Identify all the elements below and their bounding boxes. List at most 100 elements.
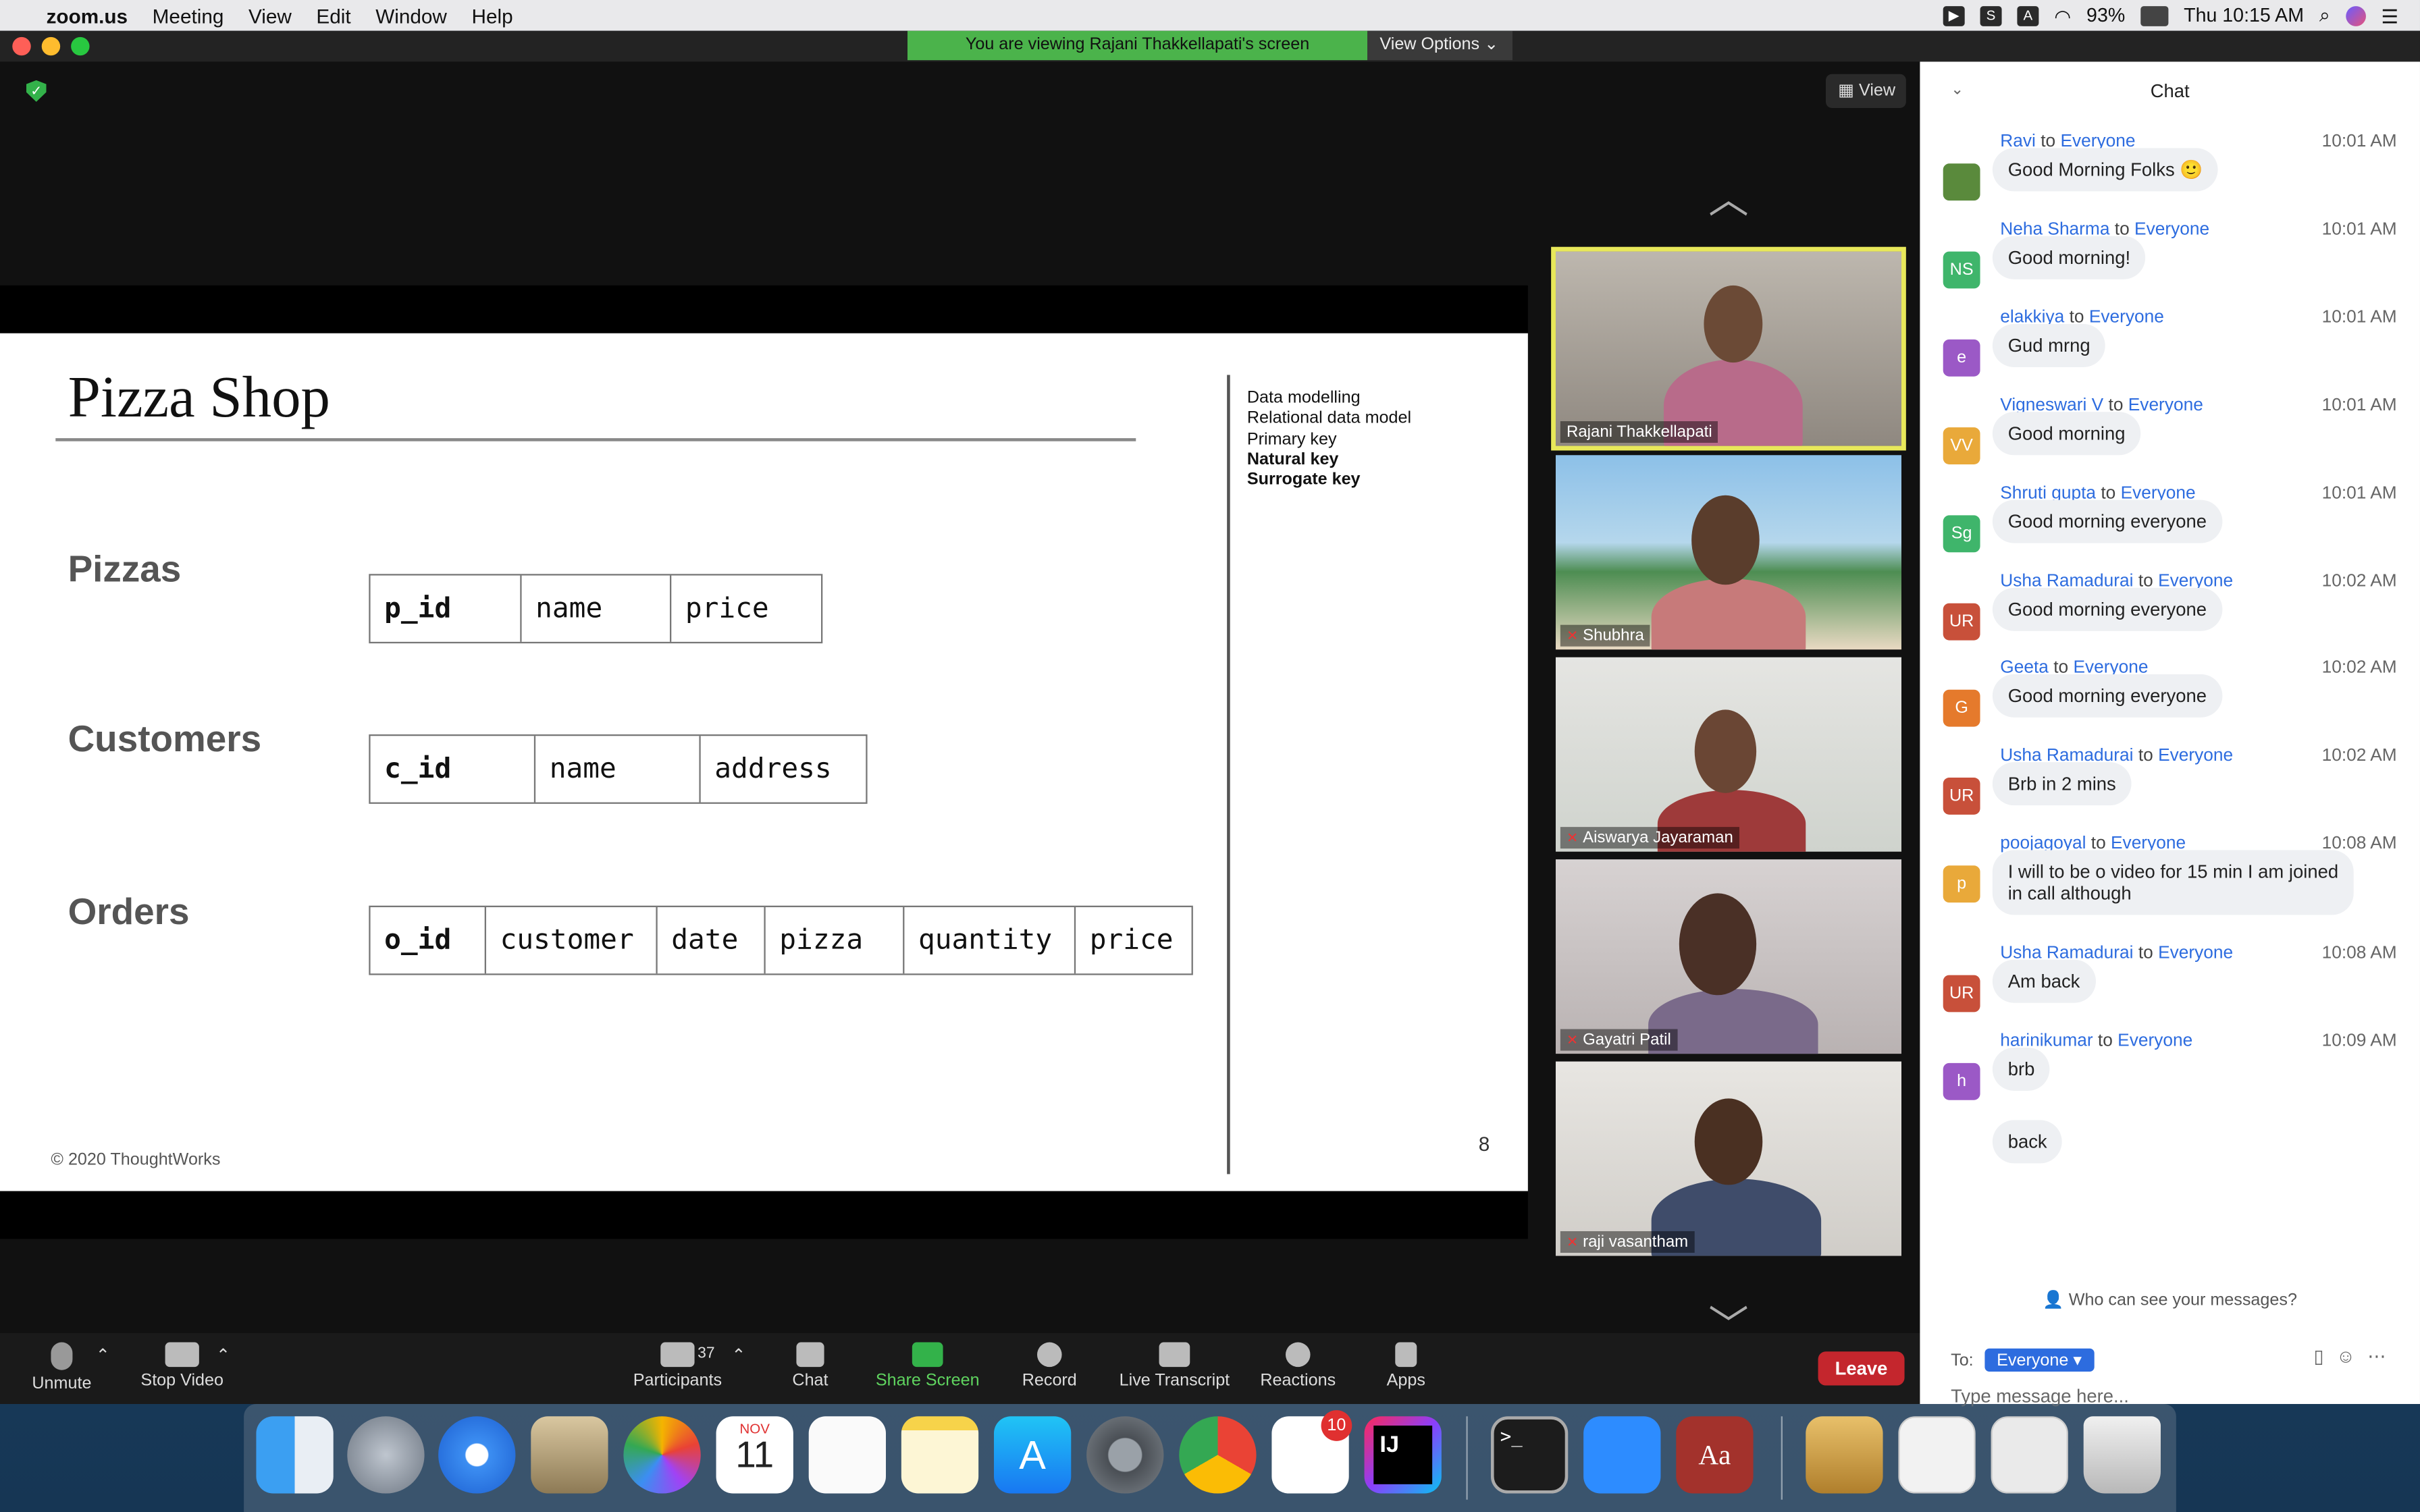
notification-center-icon[interactable]: ☰: [2381, 4, 2398, 27]
video-tile[interactable]: ✕ raji vasantham: [1555, 1061, 1901, 1256]
audio-options-chevron-icon[interactable]: ⌃: [96, 1345, 110, 1365]
calendar-icon[interactable]: NOV 11: [716, 1416, 793, 1494]
reminders-icon[interactable]: [808, 1416, 886, 1494]
terminal-icon[interactable]: >_: [1490, 1416, 1569, 1494]
share-screen-button[interactable]: Share Screen: [874, 1342, 982, 1390]
notes-icon[interactable]: [901, 1416, 979, 1494]
participant-name-text: Aiswarya Jayaraman: [1583, 828, 1733, 847]
recent-document-icon[interactable]: [1898, 1416, 1976, 1494]
system-preferences-icon[interactable]: [1086, 1416, 1164, 1494]
chat-timestamp: 10:09 AM: [2321, 1032, 2397, 1051]
chat-recipient-name[interactable]: Everyone: [2089, 308, 2164, 327]
chrome-icon[interactable]: [1179, 1416, 1257, 1494]
photos-icon[interactable]: [623, 1416, 701, 1494]
participant-name-text: Gayatri Patil: [1583, 1030, 1671, 1050]
slack-icon[interactable]: 10: [1271, 1410, 1352, 1494]
zoom-status-icon[interactable]: ▶: [1943, 5, 1965, 26]
stop-video-label: Stop Video: [140, 1371, 223, 1390]
intellij-icon[interactable]: IJ: [1364, 1416, 1442, 1494]
menu-window[interactable]: Window: [375, 4, 447, 27]
menu-help[interactable]: Help: [471, 4, 512, 27]
muted-mic-icon: ✕: [1566, 830, 1579, 846]
video-tile[interactable]: Rajani Thakkellapati: [1551, 246, 1906, 451]
table-cell: name: [535, 736, 701, 803]
battery-icon[interactable]: [2140, 5, 2169, 26]
participants-count: 37: [698, 1345, 715, 1363]
skype-status-icon[interactable]: S: [1980, 5, 2002, 26]
chat-recipient-name[interactable]: Everyone: [2134, 221, 2209, 239]
participants-options-chevron-icon[interactable]: ⌃: [731, 1345, 745, 1365]
chat-to-word: to: [2138, 944, 2153, 963]
dock-separator: [1781, 1416, 1783, 1500]
stop-video-button[interactable]: Stop Video: [139, 1342, 226, 1390]
chat-timestamp: 10:08 AM: [2321, 944, 2397, 963]
chat-message-bubble: back: [1992, 1120, 2063, 1164]
file-icon[interactable]: ▯: [2314, 1345, 2336, 1367]
video-tile[interactable]: ✕ Aiswarya Jayaraman: [1555, 657, 1901, 852]
chat-collapse-chevron-icon[interactable]: ⌄: [1951, 61, 1964, 120]
chat-recipient-name[interactable]: Everyone: [2158, 944, 2233, 963]
chat-button[interactable]: Chat: [787, 1342, 834, 1390]
video-options-chevron-icon[interactable]: ⌃: [216, 1345, 230, 1365]
mail-icon[interactable]: [531, 1416, 608, 1494]
app-store-icon[interactable]: A: [993, 1416, 1072, 1494]
trash-icon[interactable]: [2083, 1416, 2161, 1494]
security-shield-icon[interactable]: ✓: [26, 80, 47, 102]
view-layout-button[interactable]: ▦ View: [1825, 74, 1906, 108]
recent-document-icon[interactable]: [1991, 1416, 2068, 1494]
minimize-window-button[interactable]: [41, 36, 61, 56]
leave-button[interactable]: Leave: [1818, 1351, 1905, 1386]
chat-recipient-name[interactable]: Everyone: [2128, 396, 2203, 414]
table-cell: price: [1089, 924, 1174, 957]
video-tile[interactable]: ✕ Gayatri Patil: [1555, 859, 1901, 1054]
emoji-icon[interactable]: ☺: [2336, 1345, 2367, 1367]
table-cell: p_id: [371, 575, 522, 642]
finder-icon[interactable]: [256, 1416, 334, 1494]
menu-view[interactable]: View: [248, 4, 292, 27]
table-cell: c_id: [371, 736, 536, 803]
zoom-window-button[interactable]: [71, 36, 90, 56]
keyboard-input-icon[interactable]: A: [2017, 5, 2039, 26]
table-cell: price: [685, 592, 769, 625]
menu-clock[interactable]: Thu 10:15 AM: [2184, 5, 2304, 26]
apps-button[interactable]: Apps: [1383, 1342, 1429, 1390]
menu-app-name[interactable]: zoom.us: [47, 4, 128, 27]
safari-icon[interactable]: [438, 1416, 516, 1494]
dictionary-icon[interactable]: Aa: [1676, 1416, 1754, 1494]
recipient-select[interactable]: Everyone ▾: [1984, 1348, 2095, 1372]
gallery-scroll-up-icon[interactable]: ︿: [1704, 179, 1753, 219]
close-window-button[interactable]: [12, 36, 31, 56]
slide-divider: [1227, 375, 1230, 1174]
spotlight-search-icon[interactable]: ⌕: [2319, 4, 2330, 27]
record-button[interactable]: Record: [1019, 1342, 1080, 1390]
who-can-see-link[interactable]: 👤 Who can see your messages?: [1920, 1290, 2420, 1310]
reactions-button[interactable]: Reactions: [1257, 1342, 1340, 1390]
closed-caption-icon: [1159, 1342, 1190, 1368]
table-label-pizzas: Pizzas: [68, 549, 182, 591]
muted-mic-icon: ✕: [1566, 1032, 1579, 1048]
menu-meeting[interactable]: Meeting: [153, 4, 224, 27]
avatar: G: [1943, 690, 1980, 728]
chat-message-bubble: Good morning!: [1992, 236, 2147, 279]
battery-percent[interactable]: 93%: [2086, 5, 2125, 26]
zoom-app-icon[interactable]: [1583, 1416, 1661, 1494]
menu-edit[interactable]: Edit: [316, 4, 350, 27]
muted-mic-icon: ✕: [1566, 1234, 1579, 1250]
smiley-icon: [1285, 1342, 1311, 1368]
chat-recipient-name[interactable]: Everyone: [2118, 1032, 2192, 1050]
table-customers: c_id name address: [369, 734, 868, 804]
participant-name: ✕ raji vasantham: [1560, 1231, 1695, 1253]
launchpad-icon[interactable]: [347, 1416, 425, 1494]
siri-icon[interactable]: [2345, 5, 2366, 26]
unmute-button[interactable]: Unmute: [31, 1342, 93, 1393]
archive-utility-icon[interactable]: [1806, 1416, 1883, 1494]
more-options-icon[interactable]: ⋯: [2367, 1345, 2398, 1367]
dock: NOV 11 A 10 IJ >_ Aa: [244, 1403, 2176, 1512]
view-layout-label: View: [1859, 82, 1896, 101]
live-transcript-button[interactable]: Live Transcript: [1114, 1342, 1234, 1390]
view-options-button[interactable]: View Options ⌄: [1367, 30, 1512, 61]
grid-icon: ▦: [1838, 82, 1860, 101]
video-tile[interactable]: ✕ Shubhra: [1555, 455, 1901, 650]
wifi-icon[interactable]: ◠: [2054, 4, 2071, 27]
chat-recipient-name[interactable]: Everyone: [2158, 747, 2233, 765]
